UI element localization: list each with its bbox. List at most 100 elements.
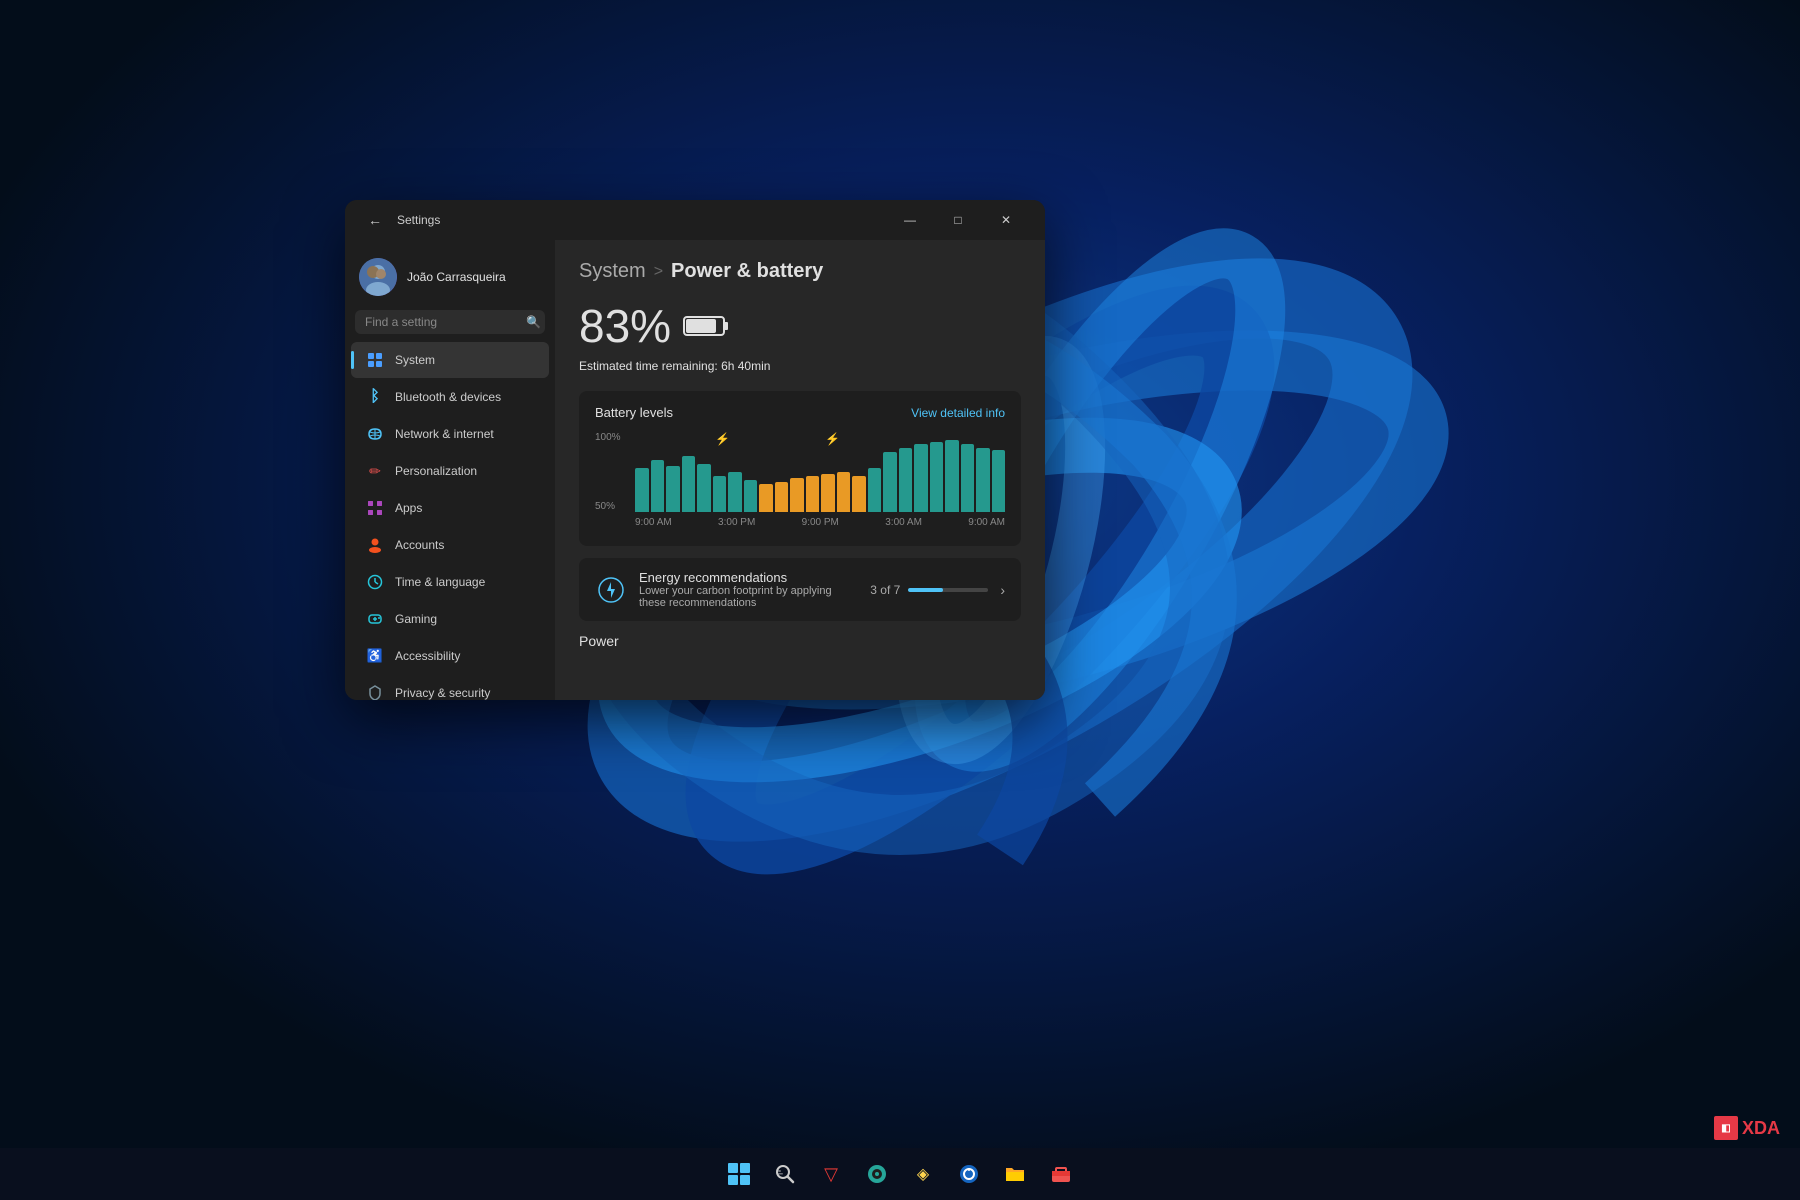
- search-input[interactable]: [365, 315, 520, 329]
- taskbar-vivaldi-icon[interactable]: ▽: [811, 1154, 851, 1194]
- chart-y-50: 50%: [595, 501, 635, 512]
- user-profile[interactable]: João Carrasqueira: [345, 248, 555, 306]
- energy-recommendations[interactable]: Energy recommendations Lower your carbon…: [579, 558, 1021, 621]
- chart-bar-7: [744, 480, 758, 512]
- sidebar-item-time-label: Time & language: [395, 575, 485, 589]
- time-label-1: 9:00 AM: [635, 517, 672, 528]
- settings-window: ← Settings — □ ✕: [345, 200, 1045, 700]
- minimize-button[interactable]: —: [887, 204, 933, 236]
- chart-bar-18: [914, 444, 928, 512]
- gaming-icon: [365, 609, 385, 629]
- system-icon: [365, 350, 385, 370]
- sidebar-item-time[interactable]: Time & language: [351, 564, 549, 600]
- sidebar-item-bluetooth-label: Bluetooth & devices: [395, 390, 501, 404]
- time-label-3: 9:00 PM: [802, 517, 839, 528]
- chart-header: Battery levels View detailed info: [595, 405, 1005, 420]
- sidebar-item-accessibility[interactable]: ♿ Accessibility: [351, 638, 549, 674]
- search-box[interactable]: 🔍: [355, 310, 545, 334]
- chart-bar-1: [651, 460, 665, 512]
- estimated-value: 6h 40min: [721, 359, 770, 373]
- back-button[interactable]: ←: [361, 206, 389, 234]
- accounts-icon: [365, 535, 385, 555]
- taskbar-icon-3[interactable]: [857, 1154, 897, 1194]
- chart-bar-5: [713, 476, 727, 512]
- taskbar-start-button[interactable]: [719, 1154, 759, 1194]
- taskbar-icon-7[interactable]: [1041, 1154, 1081, 1194]
- personalization-icon: ✏: [365, 461, 385, 481]
- battery-charge-marker: ⚡: [825, 432, 840, 446]
- breadcrumb-separator: >: [654, 263, 663, 281]
- chart-bar-6: [728, 472, 742, 512]
- time-label-4: 3:00 AM: [885, 517, 922, 528]
- energy-icon: [595, 574, 627, 606]
- time-label-2: 3:00 PM: [718, 517, 755, 528]
- sidebar-item-bluetooth[interactable]: ᛒ Bluetooth & devices: [351, 379, 549, 415]
- power-section-title: Power: [579, 633, 1021, 649]
- sidebar-item-accounts[interactable]: Accounts: [351, 527, 549, 563]
- chart-bar-9: [775, 482, 789, 512]
- breadcrumb: System > Power & battery: [579, 260, 1021, 283]
- chart-bar-12: [821, 474, 835, 512]
- energy-count: 3 of 7: [870, 583, 900, 597]
- bluetooth-icon: ᛒ: [365, 387, 385, 407]
- avatar: [359, 258, 397, 296]
- sidebar-item-personalization-label: Personalization: [395, 464, 477, 478]
- privacy-icon: [365, 683, 385, 700]
- battery-drain-marker: ⚡: [715, 432, 730, 446]
- title-bar: ← Settings — □ ✕: [345, 200, 1045, 240]
- chart-bar-0: [635, 468, 649, 512]
- chart-bar-15: [868, 468, 882, 512]
- sidebar-item-privacy[interactable]: Privacy & security: [351, 675, 549, 700]
- battery-display: 83%: [579, 299, 1021, 353]
- network-icon: [365, 424, 385, 444]
- battery-icon: [683, 313, 729, 339]
- sidebar: João Carrasqueira 🔍 System ᛒ Bluetooth &…: [345, 240, 555, 700]
- battery-chart-section: Battery levels View detailed info 100% 5…: [579, 391, 1021, 546]
- time-label-5: 9:00 AM: [968, 517, 1005, 528]
- accessibility-icon: ♿: [365, 646, 385, 666]
- window-body: João Carrasqueira 🔍 System ᛒ Bluetooth &…: [345, 240, 1045, 700]
- sidebar-item-apps-label: Apps: [395, 501, 422, 515]
- breadcrumb-parent: System: [579, 260, 646, 283]
- breadcrumb-current: Power & battery: [671, 260, 823, 283]
- sidebar-item-system-label: System: [395, 353, 435, 367]
- view-details-link[interactable]: View detailed info: [911, 406, 1005, 420]
- chart-y-labels: 100% 50%: [595, 432, 635, 512]
- sidebar-item-gaming[interactable]: Gaming: [351, 601, 549, 637]
- chart-bar-17: [899, 448, 913, 512]
- energy-progress-bar: [908, 588, 988, 592]
- taskbar-icon-5[interactable]: [949, 1154, 989, 1194]
- chevron-right-icon: ›: [1000, 582, 1005, 598]
- energy-progress-area: 3 of 7: [870, 583, 988, 597]
- taskbar-file-explorer-icon[interactable]: [995, 1154, 1035, 1194]
- chart-time-labels: 9:00 AM 3:00 PM 9:00 PM 3:00 AM 9:00 AM: [635, 512, 1005, 532]
- taskbar: ▽ ◈: [0, 1148, 1800, 1200]
- apps-icon: [365, 498, 385, 518]
- energy-subtitle: Lower your carbon footprint by applying …: [639, 585, 858, 609]
- sidebar-item-personalization[interactable]: ✏ Personalization: [351, 453, 549, 489]
- xda-label: XDA: [1742, 1118, 1780, 1139]
- energy-text: Energy recommendations Lower your carbon…: [639, 570, 858, 609]
- sidebar-item-system[interactable]: System: [351, 342, 549, 378]
- energy-progress-fill: [908, 588, 942, 592]
- sidebar-item-network-label: Network & internet: [395, 427, 494, 441]
- taskbar-icon-4[interactable]: ◈: [903, 1154, 943, 1194]
- chart-bar-14: [852, 476, 866, 512]
- sidebar-item-network[interactable]: Network & internet: [351, 416, 549, 452]
- chart-bars: [635, 432, 1005, 512]
- window-controls: — □ ✕: [887, 204, 1029, 236]
- sidebar-item-apps[interactable]: Apps: [351, 490, 549, 526]
- window-title: Settings: [389, 213, 887, 227]
- chart-title: Battery levels: [595, 405, 673, 420]
- chart-container: 100% 50% ⚡ ⚡ 9:00 AM 3:00 PM 9:00 PM 3:0…: [595, 432, 1005, 532]
- taskbar-search-icon[interactable]: [765, 1154, 805, 1194]
- chart-bar-10: [790, 478, 804, 512]
- chart-y-100: 100%: [595, 432, 635, 443]
- chart-bar-11: [806, 476, 820, 512]
- chart-bar-16: [883, 452, 897, 512]
- maximize-button[interactable]: □: [935, 204, 981, 236]
- close-button[interactable]: ✕: [983, 204, 1029, 236]
- sidebar-item-accounts-label: Accounts: [395, 538, 444, 552]
- chart-bar-8: [759, 484, 773, 512]
- energy-title: Energy recommendations: [639, 570, 858, 585]
